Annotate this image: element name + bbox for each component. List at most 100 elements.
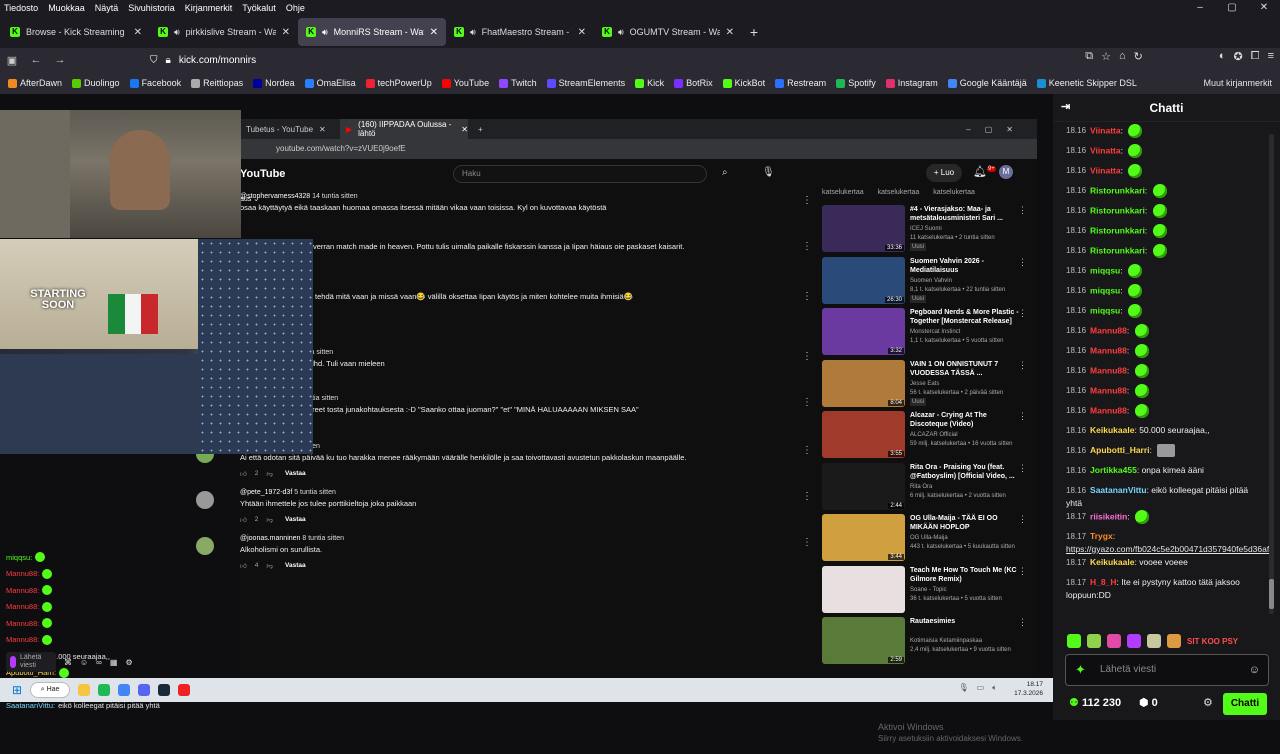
command-icon[interactable]: ⌘ xyxy=(64,658,72,667)
bookmark-item[interactable]: Duolingo xyxy=(72,78,120,88)
menu-item-kirjanmerkit[interactable]: Kirjanmerkit xyxy=(185,3,233,13)
bookmark-item[interactable]: AfterDawn xyxy=(8,78,62,88)
bookmark-item[interactable]: Spotify xyxy=(836,78,876,88)
more-icon[interactable]: ⋮ xyxy=(1018,205,1027,216)
windows-start-icon[interactable]: ⊞ xyxy=(12,683,22,697)
close-icon[interactable]: ✕ xyxy=(430,27,438,38)
bookmark-item[interactable]: techPowerUp xyxy=(365,78,432,88)
video-title[interactable]: Rautaesimies xyxy=(910,617,1020,626)
points-count[interactable]: ⬢ 0 xyxy=(1139,696,1158,709)
speaker-icon[interactable]: 🔊︎ xyxy=(618,27,624,38)
video-channel[interactable]: Monstercat Instinct xyxy=(910,328,1022,336)
reply-button[interactable]: Vastaa xyxy=(285,562,306,570)
dislike-icon[interactable]: 👎︎ xyxy=(266,470,273,478)
extension-icon[interactable]: ✪ xyxy=(1234,50,1243,63)
like-icon[interactable]: 👍︎ xyxy=(240,516,247,524)
emote-text[interactable]: SIT KOO PSY xyxy=(1187,637,1238,646)
browser-tab[interactable]: K 🔊︎ FhatMaestro Stream - Watc ✕ xyxy=(446,18,594,46)
gear-icon[interactable]: ⚙ xyxy=(125,658,132,667)
browser-tab[interactable]: K 🔊︎ OGUMTV Stream - Watch Li ✕ xyxy=(594,18,742,46)
video-title[interactable]: Rita Ora - Praising You (feat. @Fatboysl… xyxy=(910,463,1020,481)
video-title[interactable]: #4 - Vierasjakso: Maa- ja metsätalousmin… xyxy=(910,205,1020,223)
video-title[interactable]: Alcazar - Crying At The Discoteque (Vide… xyxy=(910,411,1020,429)
new-tab-icon[interactable]: + xyxy=(742,24,766,40)
message-username[interactable]: Keikukaale xyxy=(1090,425,1134,435)
reload-icon[interactable]: ↻ xyxy=(1134,50,1143,63)
video-channel[interactable]: ALCAZAR Official xyxy=(910,431,1022,439)
emote-icon[interactable] xyxy=(1147,634,1161,648)
message-username[interactable]: Viinatta xyxy=(1090,145,1121,155)
message-username[interactable]: SaatananVittu xyxy=(1090,485,1147,495)
collapse-chat-icon[interactable]: ⇥ xyxy=(1061,100,1070,113)
dislike-icon[interactable]: 👎︎ xyxy=(266,516,273,524)
minimize-button[interactable]: – xyxy=(1184,0,1216,16)
video-thumbnail[interactable]: 3:44 xyxy=(822,514,905,561)
video-item[interactable]: 3:55 Alcazar - Crying At The Discoteque (… xyxy=(822,411,1034,461)
message-username[interactable]: Mannu88 xyxy=(1090,385,1127,395)
yt-tab-2[interactable]: ▶ (160) IIPPADAA Oulussa - lähtö ✕ xyxy=(340,119,468,139)
bookmark-item[interactable]: YouTube xyxy=(441,78,489,88)
volume-icon[interactable]: 🔈︎ xyxy=(992,683,997,693)
more-icon[interactable]: ⋮ xyxy=(1018,514,1027,525)
bookmark-item[interactable]: Kick xyxy=(635,78,664,88)
emoji-icon[interactable]: ☺ xyxy=(1249,663,1260,677)
new-tab-icon[interactable]: + xyxy=(478,125,483,134)
send-chat-button[interactable]: Chatti xyxy=(1223,693,1267,715)
more-icon[interactable]: ⋮ xyxy=(802,537,812,548)
video-thumbnail[interactable]: 33:36 xyxy=(822,205,905,252)
bookmark-item[interactable]: KickBot xyxy=(722,78,765,88)
avatar[interactable] xyxy=(196,491,214,509)
file-explorer-icon[interactable] xyxy=(78,684,91,696)
video-item[interactable]: 2:44 Rita Ora - Praising You (feat. @Fatb… xyxy=(822,462,1034,513)
extensions-icon[interactable]: ⧠ xyxy=(1251,50,1260,63)
comment-author[interactable]: @pete_1972-d3f xyxy=(240,489,292,496)
menu-item-työkalut[interactable]: Työkalut xyxy=(242,3,276,13)
menu-icon[interactable]: ≡ xyxy=(1268,50,1274,63)
menu-item-ohje[interactable]: Ohje xyxy=(286,3,305,13)
browser-tab[interactable]: K 🔊︎ pirkkislive Stream - Watch Li ✕ xyxy=(150,18,298,46)
video-channel[interactable]: Suomen Vahvin xyxy=(910,277,1022,285)
more-icon[interactable]: ⋮ xyxy=(1018,411,1027,422)
bookmark-item[interactable]: Nordea xyxy=(253,78,295,88)
spotify-icon[interactable] xyxy=(98,684,111,696)
comment-author[interactable]: @joonas.manninen xyxy=(240,535,300,542)
sidebar-icon[interactable]: ▣ xyxy=(0,54,24,67)
close-window-button[interactable]: ✕ xyxy=(1248,0,1280,16)
dislike-icon[interactable]: 👎︎ xyxy=(266,562,273,570)
message-username[interactable]: Ristorunkkari xyxy=(1090,205,1145,215)
video-thumbnail[interactable]: 2:44 xyxy=(822,462,905,510)
back-icon[interactable]: ← xyxy=(24,54,48,66)
account-icon[interactable]: ◐ xyxy=(1219,50,1226,63)
gear-icon[interactable]: ⚙ xyxy=(1203,696,1213,709)
bookmark-item[interactable]: BotRix xyxy=(674,78,713,88)
menu-item-sivuhistoria[interactable]: Sivuhistoria xyxy=(128,3,175,13)
link-icon[interactable]: ∞ xyxy=(96,658,102,667)
close-icon[interactable]: ✕ xyxy=(461,125,468,134)
taskbar-clock[interactable]: 18.17 17.3.2026 xyxy=(1014,680,1043,698)
message-username[interactable]: riisikeitin xyxy=(1090,511,1127,521)
video-item[interactable]: Teach Me How To Touch Me (KC Gilmore Rem… xyxy=(822,565,1034,616)
video-channel[interactable]: Soane - Topic xyxy=(910,586,1022,594)
like-icon[interactable]: 👍︎ xyxy=(240,562,247,570)
bookmark-star-icon[interactable]: ☆ xyxy=(1101,50,1111,63)
video-thumbnail[interactable]: 26:30 xyxy=(822,256,905,304)
app-icon[interactable] xyxy=(178,684,191,696)
more-icon[interactable]: ⋮ xyxy=(1018,360,1027,371)
emote-icon[interactable] xyxy=(1127,634,1141,648)
speaker-icon[interactable]: 🔊︎ xyxy=(470,27,476,38)
bookmark-item[interactable]: Facebook xyxy=(129,78,181,88)
emoji-icon[interactable]: ☺ xyxy=(80,658,88,667)
message-username[interactable]: Mannu88 xyxy=(1090,325,1127,335)
bookmark-item[interactable]: Reittiopas xyxy=(191,78,243,88)
chat-scrollbar[interactable] xyxy=(1269,134,1274,614)
message-username[interactable]: Apubotti_Harri xyxy=(1090,445,1150,455)
video-title[interactable]: Teach Me How To Touch Me (KC Gilmore Rem… xyxy=(910,566,1020,584)
video-item[interactable]: 33:36 #4 - Vierasjakso: Maa- ja metsätalo… xyxy=(822,205,1034,255)
yt-logo[interactable]: YouTube xyxy=(240,168,285,180)
speaker-icon[interactable]: 🔊︎ xyxy=(174,27,180,38)
video-thumbnail[interactable]: 2:59 xyxy=(822,617,905,664)
video-channel[interactable]: Kotimaisia Ketamiinpaskaa xyxy=(910,637,1022,645)
comment-author[interactable]: @stophervamess4328 xyxy=(240,193,310,200)
emote-icon[interactable] xyxy=(1167,634,1181,648)
bookmark-item[interactable]: Google Kääntäjä xyxy=(947,78,1027,88)
